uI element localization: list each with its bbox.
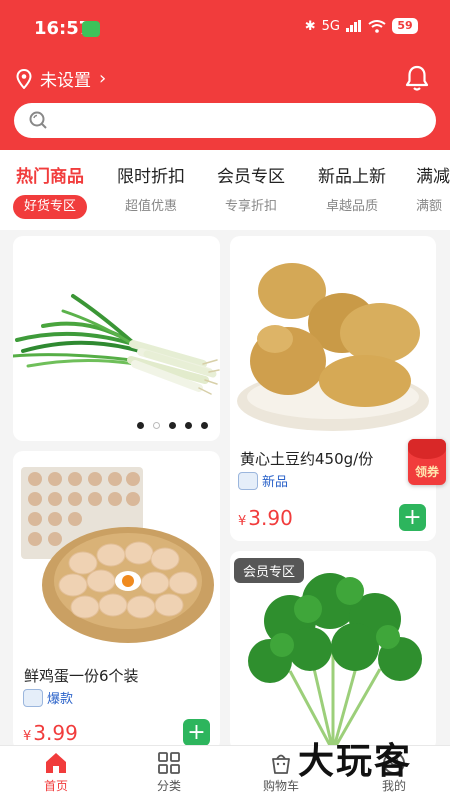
price-value: 3.90 <box>248 506 293 530</box>
tab-subtitle: 专享折扣 <box>224 199 277 214</box>
add-to-cart-button[interactable]: + <box>399 504 426 531</box>
watermark: 大玩客 <box>298 740 413 782</box>
product-price: ¥3.90 <box>238 506 293 530</box>
carousel-dot[interactable] <box>201 422 208 429</box>
tab-title: 限时折扣 <box>117 167 185 187</box>
price-value: 3.99 <box>33 721 78 745</box>
carousel-dot[interactable] <box>169 422 176 429</box>
chevron-right-icon: › <box>99 68 107 89</box>
tab-full-reduction[interactable]: 满减 满额 <box>402 162 450 219</box>
tag-label: 新品 <box>262 475 289 490</box>
green-onion-image <box>13 294 220 395</box>
tab-title: 热门商品 <box>16 167 84 187</box>
tab-subtitle: 超值优惠 <box>124 199 177 214</box>
nav-label: 分类 <box>156 779 181 793</box>
search-input[interactable] <box>14 103 436 138</box>
coriander-image <box>248 573 422 751</box>
wifi-icon <box>368 19 386 33</box>
product-tag: 新品 <box>238 471 288 490</box>
tab-limited-discount[interactable]: 限时折扣 超值优惠 <box>101 162 201 219</box>
tag-badge-icon <box>23 688 43 707</box>
battery-icon: 59 <box>392 18 418 34</box>
network-label: 5G <box>321 18 340 34</box>
tab-hot-products[interactable]: 热门商品 好货专区 <box>0 162 100 219</box>
tab-subtitle: 卓越品质 <box>325 199 378 214</box>
location-pin-icon <box>16 68 32 89</box>
tab-title: 会员专区 <box>217 167 285 187</box>
member-zone-label: 会员专区 <box>234 558 305 583</box>
tag-label: 爆款 <box>47 692 74 707</box>
tab-subtitle: 好货专区 <box>13 195 87 219</box>
product-price: ¥3.99 <box>23 721 78 745</box>
red-envelope-icon <box>408 439 446 459</box>
nav-home[interactable]: 首页 <box>16 751 96 794</box>
eggs-image <box>21 467 214 643</box>
tab-subtitle: 满额 <box>416 199 443 214</box>
carousel-dot[interactable] <box>153 422 160 429</box>
grid-icon <box>158 752 180 774</box>
tab-title: 满减 <box>416 167 450 187</box>
home-icon <box>46 753 66 773</box>
message-icon <box>82 21 100 37</box>
coupon-label: 领券 <box>414 465 439 479</box>
currency-symbol: ¥ <box>23 729 32 744</box>
bell-icon[interactable] <box>404 64 430 92</box>
carousel-dot[interactable] <box>137 422 144 429</box>
product-card[interactable]: 鲜鸡蛋一份6个装 爆款 ¥3.99 + <box>13 451 220 751</box>
header: 16:57 ✱ 5G 59 未设置 › <box>0 0 450 150</box>
coupon-button[interactable]: 领券 <box>408 439 446 485</box>
category-tabs: 热门商品 好货专区 限时折扣 超值优惠 会员专区 专享折扣 新品上新 卓越品质 … <box>0 150 450 230</box>
product-card[interactable]: 黄心土豆约450g/份 新品 ¥3.90 + <box>230 236 436 541</box>
nav-label: 首页 <box>43 779 68 793</box>
bluetooth-icon: ✱ <box>304 18 316 34</box>
location-selector[interactable]: 未设置 › <box>16 66 106 91</box>
status-bar: 16:57 ✱ 5G 59 <box>0 14 450 46</box>
currency-symbol: ¥ <box>238 514 247 529</box>
search-icon <box>29 111 47 129</box>
nav-label: 购物车 <box>262 779 299 793</box>
tab-new-arrivals[interactable]: 新品上新 卓越品质 <box>302 162 402 219</box>
nav-category[interactable]: 分类 <box>129 751 209 794</box>
product-tag: 爆款 <box>23 688 73 707</box>
status-indicators: ✱ 5G 59 <box>305 18 418 34</box>
carousel-dot[interactable] <box>185 422 192 429</box>
signal-icon <box>346 20 361 32</box>
product-name: 黄心土豆约450g/份 <box>240 450 374 468</box>
location-label: 未设置 <box>40 71 91 91</box>
tag-badge-icon <box>238 471 258 490</box>
add-to-cart-button[interactable]: + <box>183 719 210 746</box>
cart-icon <box>272 754 290 774</box>
product-name: 鲜鸡蛋一份6个装 <box>24 667 139 685</box>
banner-card[interactable] <box>13 236 220 441</box>
carousel-indicator <box>13 422 220 429</box>
tab-member-zone[interactable]: 会员专区 专享折扣 <box>201 162 301 219</box>
tab-title: 新品上新 <box>318 167 386 187</box>
potato-image <box>237 263 429 431</box>
